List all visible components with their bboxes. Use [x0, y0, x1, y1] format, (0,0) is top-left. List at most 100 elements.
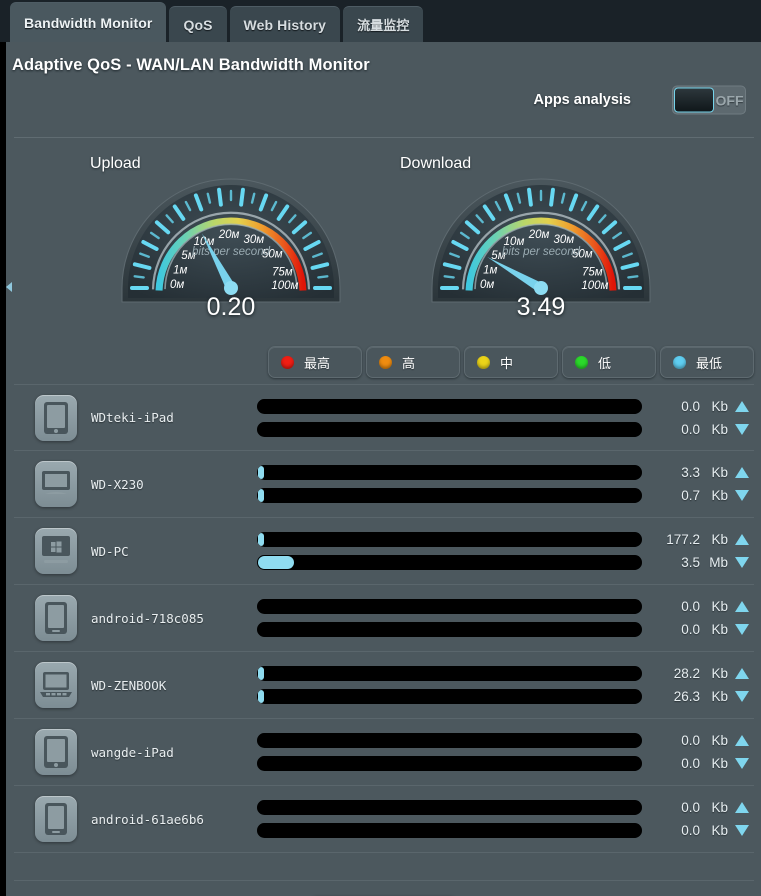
gauge-tick-label: 30ᴍ [243, 234, 264, 246]
legend-item-3[interactable]: 低 [562, 346, 656, 378]
upload-value: 0.0 [681, 800, 700, 815]
download-arrow-icon [735, 624, 749, 635]
download-bar [257, 421, 642, 437]
device-row[interactable]: android-61ae6b6 0.0 Kb 0.0 Kb [14, 786, 754, 853]
device-bars [257, 595, 642, 641]
upload-value: 3.3 [681, 465, 700, 480]
device-row[interactable]: WD-PC 177.2 Kb 3.5 Mb [14, 518, 754, 585]
gauge-caption: bits per second [502, 246, 581, 258]
legend-label: 最低 [696, 355, 723, 371]
gauge-tick-label: 20ᴍ [218, 229, 240, 241]
gauge-value: 0.20 [206, 293, 256, 321]
page-title: Adaptive QoS - WAN/LAN Bandwidth Monitor [12, 56, 370, 74]
priority-color-dot [281, 355, 294, 369]
tab-bar: Bandwidth Monitor QoS Web History 流量监控 [0, 0, 761, 42]
download-value: 0.0 [681, 823, 700, 838]
upload-bar [257, 800, 642, 815]
download-unit: Kb [711, 488, 728, 503]
download-value: 3.5 [681, 555, 700, 570]
header-divider [14, 137, 754, 138]
bar-fill [258, 690, 265, 703]
device-bars [257, 662, 642, 708]
download-bar [257, 622, 642, 637]
upload-value: 0.0 [681, 398, 700, 414]
device-values: 3.3 Kb 0.7 Kb [642, 461, 758, 507]
upload-arrow-icon [735, 534, 749, 545]
download-arrow-icon [735, 423, 749, 435]
device-bars [257, 796, 642, 842]
device-bars [257, 729, 642, 775]
device-name: android-61ae6b6 [91, 811, 204, 827]
device-name: WDteki-iPad [91, 410, 174, 425]
download-arrow-icon [735, 825, 749, 836]
device-name: WD-PC [91, 543, 129, 559]
apps-analysis-toggle[interactable]: OFF [672, 85, 746, 115]
upload-unit: Kb [711, 733, 728, 748]
legend-item-2[interactable]: 中 [464, 346, 558, 378]
upload-value: 28.2 [673, 666, 700, 681]
upload-value: 177.2 [666, 532, 700, 547]
device-row[interactable]: WDteki-iPad 0.0 Kb 0.0 Kb [14, 384, 754, 451]
device-row[interactable]: wangde-iPad 0.0 Kb 0.0 Kb [14, 719, 754, 786]
gauge-value: 3.49 [516, 293, 566, 321]
legend-item-1[interactable]: 高 [366, 346, 460, 378]
gauges-container: Upload 0ᴍ 1ᴍ 5ᴍ 10ᴍ 20ᴍ 30ᴍ 50ᴍ 75ᴍ 100ᴍ bits per… [6, 145, 761, 340]
download-value: 0.0 [681, 756, 700, 771]
download-bar [257, 756, 642, 771]
device-values: 0.0 Kb 0.0 Kb [642, 395, 758, 441]
download-unit: Kb [711, 421, 728, 437]
upload-bar [257, 733, 642, 748]
upload-arrow-icon [735, 668, 749, 679]
gauge-caption: bits per second [192, 246, 271, 258]
download-arrow-icon [735, 557, 749, 568]
bar-fill [258, 667, 265, 680]
gauge-tick-label: 1ᴍ [173, 265, 187, 277]
upload-bar [257, 599, 642, 614]
priority-color-dot [673, 355, 686, 369]
legend-item-4[interactable]: 最低 [660, 346, 754, 378]
tablet-icon [35, 394, 77, 441]
upload-unit: Kb [711, 599, 728, 614]
upload-unit: Kb [711, 398, 728, 414]
legend-item-0[interactable]: 最高 [268, 346, 362, 378]
tab-1[interactable]: QoS [169, 6, 227, 42]
sidebar-collapse-arrow-icon[interactable] [6, 282, 12, 292]
upload-value: 0.0 [681, 733, 700, 748]
priority-color-dot [575, 355, 588, 369]
device-list: WDteki-iPad 0.0 Kb 0.0 Kb WD-X230 3.3 Kb 0.7 Kb WD… [14, 384, 754, 853]
device-name: wangde-iPad [91, 744, 174, 760]
legend-label: 中 [500, 355, 514, 371]
toggle-state-label: OFF [715, 92, 744, 108]
tab-2[interactable]: Web History [229, 6, 341, 42]
gauge-tick-label: 0ᴍ [170, 279, 184, 291]
download-value: 0.0 [681, 421, 700, 437]
device-row[interactable]: android-718c085 0.0 Kb 0.0 Kb [14, 585, 754, 652]
download-unit: Kb [711, 823, 728, 838]
upload-arrow-icon [735, 400, 749, 412]
download-arrow-icon [735, 758, 749, 769]
tab-0[interactable]: Bandwidth Monitor [10, 2, 167, 42]
download-bar [257, 488, 642, 503]
download-bar [257, 689, 642, 704]
priority-legend: 最高 高 中 低 最低 [268, 346, 754, 378]
upload-bar [257, 465, 642, 480]
download-arrow-icon [735, 490, 749, 501]
device-bars [257, 528, 642, 574]
upload-bar [257, 532, 642, 547]
download-bar [257, 823, 642, 838]
device-row[interactable]: WD-X230 3.3 Kb 0.7 Kb [14, 451, 754, 518]
upload-arrow-icon [735, 467, 749, 478]
main-panel: Adaptive QoS - WAN/LAN Bandwidth Monitor… [6, 42, 761, 896]
download-unit: Mb [709, 555, 728, 570]
phone-icon [35, 796, 77, 842]
gauge-download: Download 0ᴍ 1ᴍ 5ᴍ 10ᴍ 20ᴍ 30ᴍ 50ᴍ 75ᴍ 100ᴍ bits p… [376, 145, 676, 340]
tab-3[interactable]: 流量监控 [343, 6, 424, 42]
device-values: 28.2 Kb 26.3 Kb [642, 662, 758, 708]
tablet-icon [35, 729, 77, 775]
priority-color-dot [477, 355, 490, 369]
download-value: 0.0 [681, 622, 700, 637]
upload-value: 0.0 [681, 599, 700, 614]
phone-icon [35, 595, 77, 641]
device-row[interactable]: WD-ZENBOOK 28.2 Kb 26.3 Kb [14, 652, 754, 719]
gauge-tick-label: 1ᴍ [483, 265, 497, 277]
